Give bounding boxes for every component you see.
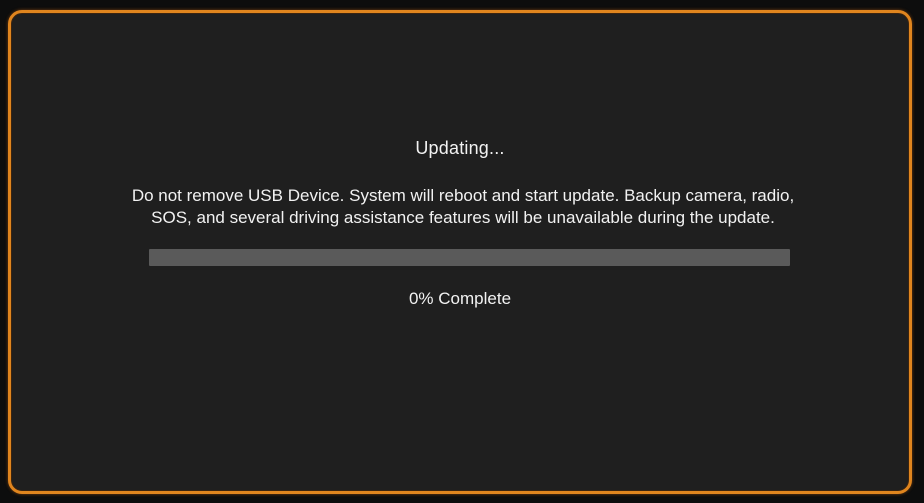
update-warning-line-2: SOS, and several driving assistance feat…	[151, 208, 775, 227]
update-progress-status: 0% Complete	[408, 289, 512, 308]
update-title: Updating...	[415, 138, 505, 158]
update-warning-line-1: Do not remove USB Device. System will re…	[131, 186, 795, 205]
update-progress-bar	[149, 249, 790, 266]
update-screen: Updating... Do not remove USB Device. Sy…	[8, 10, 912, 494]
update-warning-message: Do not remove USB Device. System will re…	[31, 185, 895, 229]
